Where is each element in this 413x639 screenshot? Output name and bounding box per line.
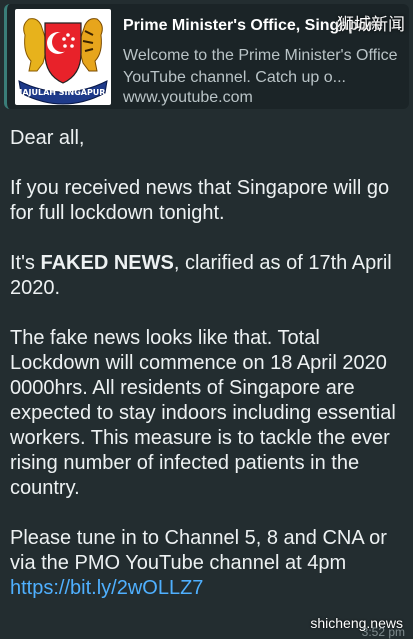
seal-text: MAJULAH SINGAPURA — [15, 88, 111, 97]
message-paragraph-4: Please tune in to Channel 5, 8 and CNA o… — [10, 526, 410, 601]
paragraph-2-prefix: It's — [10, 252, 41, 274]
paragraph-4-text: Please tune in to Channel 5, 8 and CNA o… — [10, 527, 387, 574]
message-paragraph-3: The fake news looks like that. Total Loc… — [10, 327, 396, 499]
preview-url[interactable]: www.youtube.com — [123, 89, 253, 107]
message-paragraph-1: If you received news that Singapore will… — [10, 177, 390, 224]
message-paragraph-2: It's FAKED NEWS, clarified as of 17th Ap… — [10, 251, 410, 301]
faked-news-bold: FAKED NEWS — [40, 252, 174, 274]
watermark-top: 狮城新闻 — [337, 15, 405, 34]
message-greeting: Dear all, — [10, 127, 85, 149]
message-timestamp: 3:52 pm — [361, 625, 405, 639]
preview-description: Welcome to the Prime Minister's Office Y… — [123, 47, 398, 86]
singapore-coat-of-arms-icon: MAJULAH SINGAPURA — [15, 9, 111, 105]
message-body: Dear all, If you received news that Sing… — [10, 126, 410, 601]
youtube-link[interactable]: https://bit.ly/2wOLLZ7 — [10, 577, 203, 599]
